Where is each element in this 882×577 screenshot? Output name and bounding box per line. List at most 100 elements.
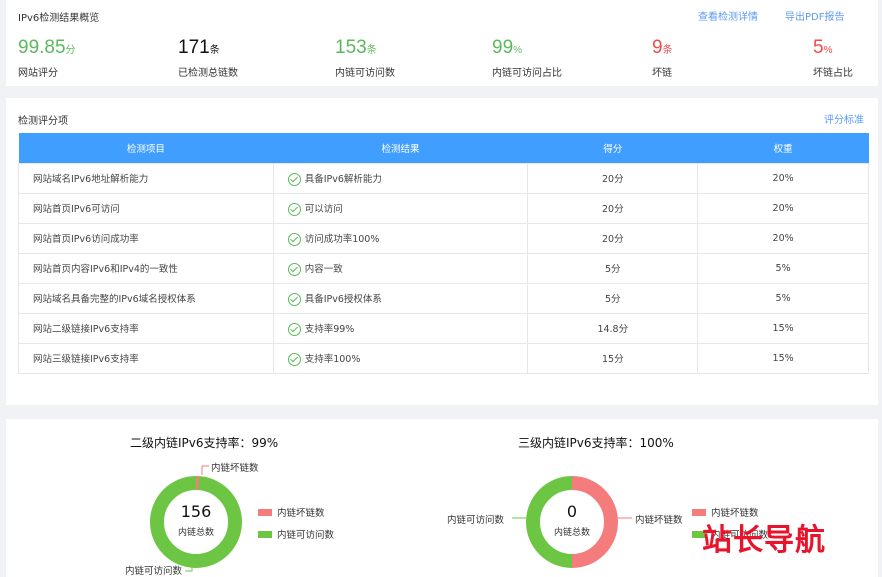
site-watermark: 站长导航 bbox=[702, 523, 826, 558]
cell-weight: 20% bbox=[697, 192, 869, 224]
stat-label: 内链可访问占比 bbox=[492, 68, 562, 79]
stat-site-score: 99.85分 网站评分 bbox=[18, 37, 76, 79]
cell-score: 20分 bbox=[527, 162, 699, 194]
cell-weight: 15% bbox=[697, 342, 869, 374]
table-row: 网站首页IPv6可访问 可以访问 20分 20% bbox=[18, 192, 869, 224]
stat-value: 99 bbox=[492, 37, 514, 58]
stat-label: 已检测总链数 bbox=[178, 68, 238, 79]
stat-unit: 分 bbox=[65, 45, 76, 56]
stat-value: 153 bbox=[335, 37, 367, 58]
scoring-table: 检测项目 检测结果 得分 权重 网站域名IPv6地址解析能力 具备IPv6解析能… bbox=[18, 133, 869, 374]
cell-result: 可以访问 bbox=[272, 192, 529, 224]
stat-value: 9 bbox=[652, 37, 663, 58]
stat-value: 171 bbox=[178, 37, 210, 58]
stat-label: 坏链 bbox=[652, 68, 672, 79]
cell-score: 14.8分 bbox=[527, 312, 699, 344]
check-circle-icon bbox=[287, 322, 301, 336]
result-text: 支持率100% bbox=[304, 353, 361, 365]
legend-swatch bbox=[258, 508, 272, 516]
overview-card: IPv6检测结果概览 查看检测详情 导出PDF报告 99.85分 网站评分 17… bbox=[6, 0, 878, 86]
cell-weight: 20% bbox=[697, 222, 869, 254]
cell-item: 网站三级链接IPv6支持率 bbox=[18, 342, 274, 374]
cell-result: 访问成功率100% bbox=[272, 222, 529, 254]
table-row: 网站首页内容IPv6和IPv4的一致性 内容一致 5分 5% bbox=[18, 252, 869, 284]
cell-item: 网站二级链接IPv6支持率 bbox=[18, 312, 274, 344]
left-donut-total-label: 内链总数 bbox=[177, 528, 214, 538]
right-donut-ok-arc bbox=[526, 476, 573, 568]
stat-value: 99.85 bbox=[18, 37, 66, 58]
cell-result: 具备IPv6解析能力 bbox=[272, 162, 529, 194]
check-circle-icon bbox=[287, 292, 301, 306]
left-ok-callout: 内链可访问数 bbox=[125, 566, 183, 577]
stat-unit: % bbox=[513, 45, 523, 56]
stat-unit: 条 bbox=[366, 45, 377, 56]
export-pdf-link[interactable]: 导出PDF报告 bbox=[785, 8, 844, 23]
scoring-standard-link[interactable]: 评分标准 bbox=[824, 111, 864, 126]
stat-label: 网站评分 bbox=[18, 68, 58, 79]
column-header: 权重 bbox=[697, 133, 869, 163]
column-header: 检测结果 bbox=[273, 133, 528, 163]
cell-item: 网站首页内容IPv6和IPv4的一致性 bbox=[18, 252, 274, 284]
right-ok-callout: 内链可访问数 bbox=[447, 515, 505, 526]
cell-item: 网站域名具备完整的IPv6域名授权体系 bbox=[18, 282, 274, 314]
cell-result: 具备IPv6授权体系 bbox=[272, 282, 529, 314]
stat-unit: 条 bbox=[209, 45, 220, 56]
stat-accessible-ratio: 99% 内链可访问占比 bbox=[492, 37, 562, 79]
cell-score: 20分 bbox=[527, 192, 699, 224]
legend-label: 内链坏链数 bbox=[277, 508, 325, 519]
overview-title: IPv6检测结果概览 bbox=[18, 13, 100, 24]
table-row: 网站三级链接IPv6支持率 支持率100% 15分 15% bbox=[18, 342, 869, 374]
result-text: 内容一致 bbox=[304, 263, 343, 275]
view-detail-link[interactable]: 查看检测详情 bbox=[698, 8, 758, 23]
table-row: 网站首页IPv6访问成功率 访问成功率100% 20分 20% bbox=[18, 222, 869, 254]
check-circle-icon bbox=[287, 202, 301, 216]
legend-label: 内链可访问数 bbox=[277, 530, 335, 541]
cell-result: 支持率99% bbox=[272, 312, 529, 344]
cell-weight: 15% bbox=[697, 312, 869, 344]
right-broken-callout: 内链坏链数 bbox=[635, 515, 683, 526]
cell-score: 5分 bbox=[527, 282, 699, 314]
stat-unit: % bbox=[823, 45, 833, 56]
cell-result: 支持率100% bbox=[272, 342, 529, 374]
left-legend-ok[interactable]: 内链可访问数 bbox=[258, 527, 334, 541]
check-circle-icon bbox=[287, 352, 301, 366]
left-broken-callout-line bbox=[201, 465, 209, 475]
scoring-card: 检测评分项 评分标准 检测项目 检测结果 得分 权重 网站域名IPv6地址解析能… bbox=[6, 98, 878, 405]
check-circle-icon bbox=[287, 262, 301, 276]
left-donut-ok-arc bbox=[150, 476, 242, 568]
stat-value: 5 bbox=[813, 37, 824, 58]
stat-accessible-links: 153条 内链可访问数 bbox=[335, 37, 395, 79]
cell-item: 网站首页IPv6可访问 bbox=[18, 192, 274, 224]
legend-swatch bbox=[258, 530, 272, 538]
cell-weight: 20% bbox=[697, 162, 869, 194]
cell-item: 网站首页IPv6访问成功率 bbox=[18, 222, 274, 254]
cell-result: 内容一致 bbox=[272, 252, 529, 284]
column-header: 检测项目 bbox=[18, 133, 274, 163]
table-row: 网站二级链接IPv6支持率 支持率99% 14.8分 15% bbox=[18, 312, 869, 344]
stat-label: 坏链占比 bbox=[813, 68, 853, 79]
check-circle-icon bbox=[287, 172, 301, 186]
right-donut-broken-arc bbox=[571, 476, 618, 568]
right-donut-total-label: 内链总数 bbox=[553, 528, 590, 538]
check-circle-icon bbox=[287, 232, 301, 246]
result-text: 支持率99% bbox=[304, 323, 355, 335]
left-legend-broken[interactable]: 内链坏链数 bbox=[258, 505, 325, 519]
stat-label: 内链可访问数 bbox=[335, 68, 395, 79]
cell-score: 20分 bbox=[527, 222, 699, 254]
cell-weight: 5% bbox=[697, 282, 869, 314]
stat-broken-links: 9条 坏链 bbox=[652, 37, 673, 79]
result-text: 访问成功率100% bbox=[304, 233, 380, 245]
stat-total-links: 171条 已检测总链数 bbox=[178, 37, 238, 79]
cell-weight: 5% bbox=[697, 252, 869, 284]
result-text: 可以访问 bbox=[304, 203, 343, 215]
scoring-title: 检测评分项 bbox=[18, 116, 68, 127]
right-donut-total: 0 bbox=[566, 502, 578, 521]
left-donut-total: 156 bbox=[180, 502, 212, 521]
table-row: 网站域名IPv6地址解析能力 具备IPv6解析能力 20分 20% bbox=[18, 162, 869, 194]
cell-score: 15分 bbox=[527, 342, 699, 374]
left-broken-callout: 内链坏链数 bbox=[211, 463, 259, 474]
stat-broken-ratio: 5% 坏链占比 bbox=[813, 37, 853, 79]
cell-score: 5分 bbox=[527, 252, 699, 284]
table-row: 网站域名具备完整的IPv6域名授权体系 具备IPv6授权体系 5分 5% bbox=[18, 282, 869, 314]
table-header-row: 检测项目 检测结果 得分 权重 bbox=[18, 133, 869, 163]
